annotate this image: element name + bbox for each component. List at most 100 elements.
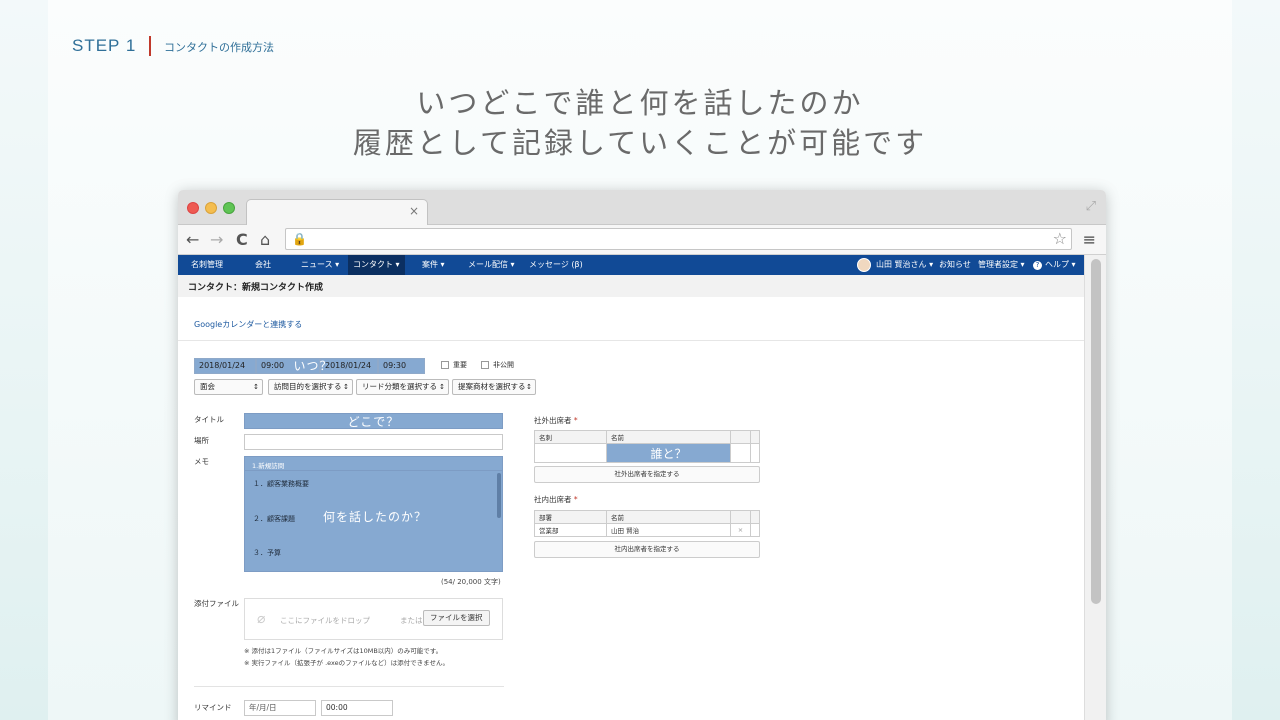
memo-scrollbar[interactable] <box>497 473 501 518</box>
memo-line: ２．顧客課題 <box>253 515 295 523</box>
forward-icon[interactable]: → <box>210 230 223 249</box>
when-overlay: いつ？ <box>293 359 333 373</box>
user-avatar <box>857 258 871 272</box>
nav-item-message[interactable]: メッセージ (β) <box>524 255 588 275</box>
app-navbar: 名刺管理 会社 ニュース ▾ コンタクト ▾ 案件 ▾ メール配信 ▾ メッセー… <box>178 255 1084 275</box>
start-date-input[interactable]: 2018/01/24 <box>194 358 256 374</box>
remind-time-select[interactable]: 00:00 <box>321 700 393 716</box>
lock-icon: 🔒 <box>292 232 307 246</box>
department-cell: 営業部 <box>534 523 607 537</box>
important-checkbox[interactable] <box>441 361 449 369</box>
address-bar[interactable]: 🔒 ☆ <box>285 228 1072 250</box>
external-attendees-text: 社外出席者 <box>534 416 572 425</box>
col-action <box>730 430 751 444</box>
divider <box>194 686 504 687</box>
close-window-button[interactable] <box>187 202 199 214</box>
nav-item-company[interactable]: 会社 <box>250 255 276 275</box>
who-overlay: 誰と？ <box>606 443 731 463</box>
place-label: 場所 <box>194 436 209 445</box>
memo-textarea[interactable]: 1.新規訪問 １．顧客業務概要 ２．顧客課題 ３．予算 何を話したのか？ <box>244 456 503 572</box>
external-attendees-table: 名刺 名前 誰と？ <box>534 430 760 463</box>
place-input[interactable] <box>244 434 503 450</box>
col-pad <box>750 430 760 444</box>
page-title-bar: コンタクト：新規コンタクト作成 <box>178 275 1084 297</box>
choose-file-button[interactable]: ファイルを選択 <box>423 610 490 626</box>
notice-link[interactable]: お知らせ <box>934 255 976 275</box>
required-mark: * <box>573 416 578 425</box>
memo-template-select[interactable]: 1.新規訪問 <box>245 457 502 471</box>
headline-line-1: いつどこで誰と何を話したのか <box>416 86 864 120</box>
assign-external-button[interactable]: 社外出席者を指定する <box>534 466 760 483</box>
col-name: 名前 <box>606 510 731 524</box>
paperclip-icon: ⌀ <box>257 611 266 627</box>
memo-label: メモ <box>194 457 209 466</box>
product-select[interactable]: 提案商材を選択する <box>452 379 536 395</box>
admin-menu[interactable]: 管理者設定 ▾ <box>973 255 1030 275</box>
user-menu[interactable]: 山田 賢治さん ▾ <box>871 255 938 275</box>
step-label: STEP 1 <box>72 36 137 55</box>
table-row: 誰と？ <box>534 443 760 463</box>
nav-item-deals[interactable]: 案件 ▾ <box>417 255 450 275</box>
minimize-window-button[interactable] <box>205 202 217 214</box>
pad-cell <box>750 523 760 537</box>
or-text: または <box>400 616 423 625</box>
browser-toolbar: ← → C ⌂ 🔒 ☆ ≡ <box>178 225 1106 255</box>
bookmark-star-icon[interactable]: ☆ <box>1053 229 1067 248</box>
what-overlay: 何を話したのか？ <box>322 510 427 524</box>
card-cell <box>534 443 607 463</box>
divider <box>178 340 1084 341</box>
nav-item-news[interactable]: ニュース ▾ <box>296 255 344 275</box>
private-checkbox[interactable] <box>481 361 489 369</box>
browser-tab[interactable]: × <box>246 199 428 225</box>
col-card: 名刺 <box>534 430 607 444</box>
close-tab-icon[interactable]: × <box>409 204 419 218</box>
external-attendees-label: 社外出席者 * <box>534 415 578 426</box>
important-label: 重要 <box>453 361 467 369</box>
nav-item-cards[interactable]: 名刺管理 <box>186 255 228 275</box>
reload-icon[interactable]: C <box>236 230 248 249</box>
step-subtitle: コンタクトの作成方法 <box>164 41 274 54</box>
where-overlay: どこで？ <box>347 415 400 429</box>
scroll-thumb[interactable] <box>1091 259 1101 604</box>
page-title: コンタクト：新規コンタクト作成 <box>188 283 324 293</box>
action-cell <box>730 443 751 463</box>
back-icon[interactable]: ← <box>186 230 199 249</box>
type-select[interactable]: 面会 <box>194 379 263 395</box>
maximize-window-button[interactable] <box>223 202 235 214</box>
fullscreen-icon[interactable]: ⤢ <box>1086 199 1096 214</box>
table-header-row: 部署 名前 <box>534 510 760 524</box>
google-calendar-link[interactable]: Googleカレンダーと連携する <box>194 319 302 330</box>
remind-label: リマインド <box>194 703 232 712</box>
page-scrollbar[interactable] <box>1084 255 1106 720</box>
home-icon[interactable]: ⌂ <box>260 230 270 249</box>
table-row: 営業部 山田 賢治 × <box>534 523 760 537</box>
step-divider <box>149 36 151 56</box>
col-action <box>730 510 751 524</box>
remove-icon[interactable]: × <box>730 523 751 537</box>
drop-text: ここにファイルをドロップ <box>280 616 370 625</box>
attach-note-exe: ※ 実行ファイル（拡張子が .exeのファイルなど）は添付できません。 <box>244 659 449 667</box>
internal-attendees-label: 社内出席者 * <box>534 494 578 505</box>
assign-internal-button[interactable]: 社内出席者を指定する <box>534 541 760 558</box>
required-mark: * <box>573 495 578 504</box>
browser-menu-icon[interactable]: ≡ <box>1083 230 1096 249</box>
nav-item-mail[interactable]: メール配信 ▾ <box>463 255 520 275</box>
attach-note-size: ※ 添付は1ファイル（ファイルサイズは10MB以内）のみ可能です。 <box>244 647 443 655</box>
col-department: 部署 <box>534 510 607 524</box>
lead-select[interactable]: リード分類を選択する <box>356 379 449 395</box>
memo-line: １．顧客業務概要 <box>253 480 309 488</box>
col-pad <box>750 510 760 524</box>
help-icon: ? <box>1033 261 1042 270</box>
purpose-select[interactable]: 訪問目的を選択する <box>268 379 353 395</box>
help-menu[interactable]: ? ヘルプ ▾ <box>1028 255 1081 275</box>
col-name: 名前 <box>606 430 731 444</box>
file-dropzone[interactable]: ⌀ ここにファイルをドロップ または ファイルを選択 <box>244 598 503 640</box>
remind-date-input[interactable]: 年/月/日 <box>244 700 316 716</box>
end-time-select[interactable]: 09:30 <box>378 358 425 374</box>
name-cell: 山田 賢治 <box>606 523 731 537</box>
tab-bar: × ⤢ <box>178 190 1106 225</box>
private-label: 非公開 <box>493 361 514 369</box>
nav-item-contact[interactable]: コンタクト ▾ <box>348 255 405 275</box>
char-counter: (54/ 20,000 文字) <box>441 578 501 586</box>
headline-line-2: 履歴として記録していくことが可能です <box>352 126 928 160</box>
